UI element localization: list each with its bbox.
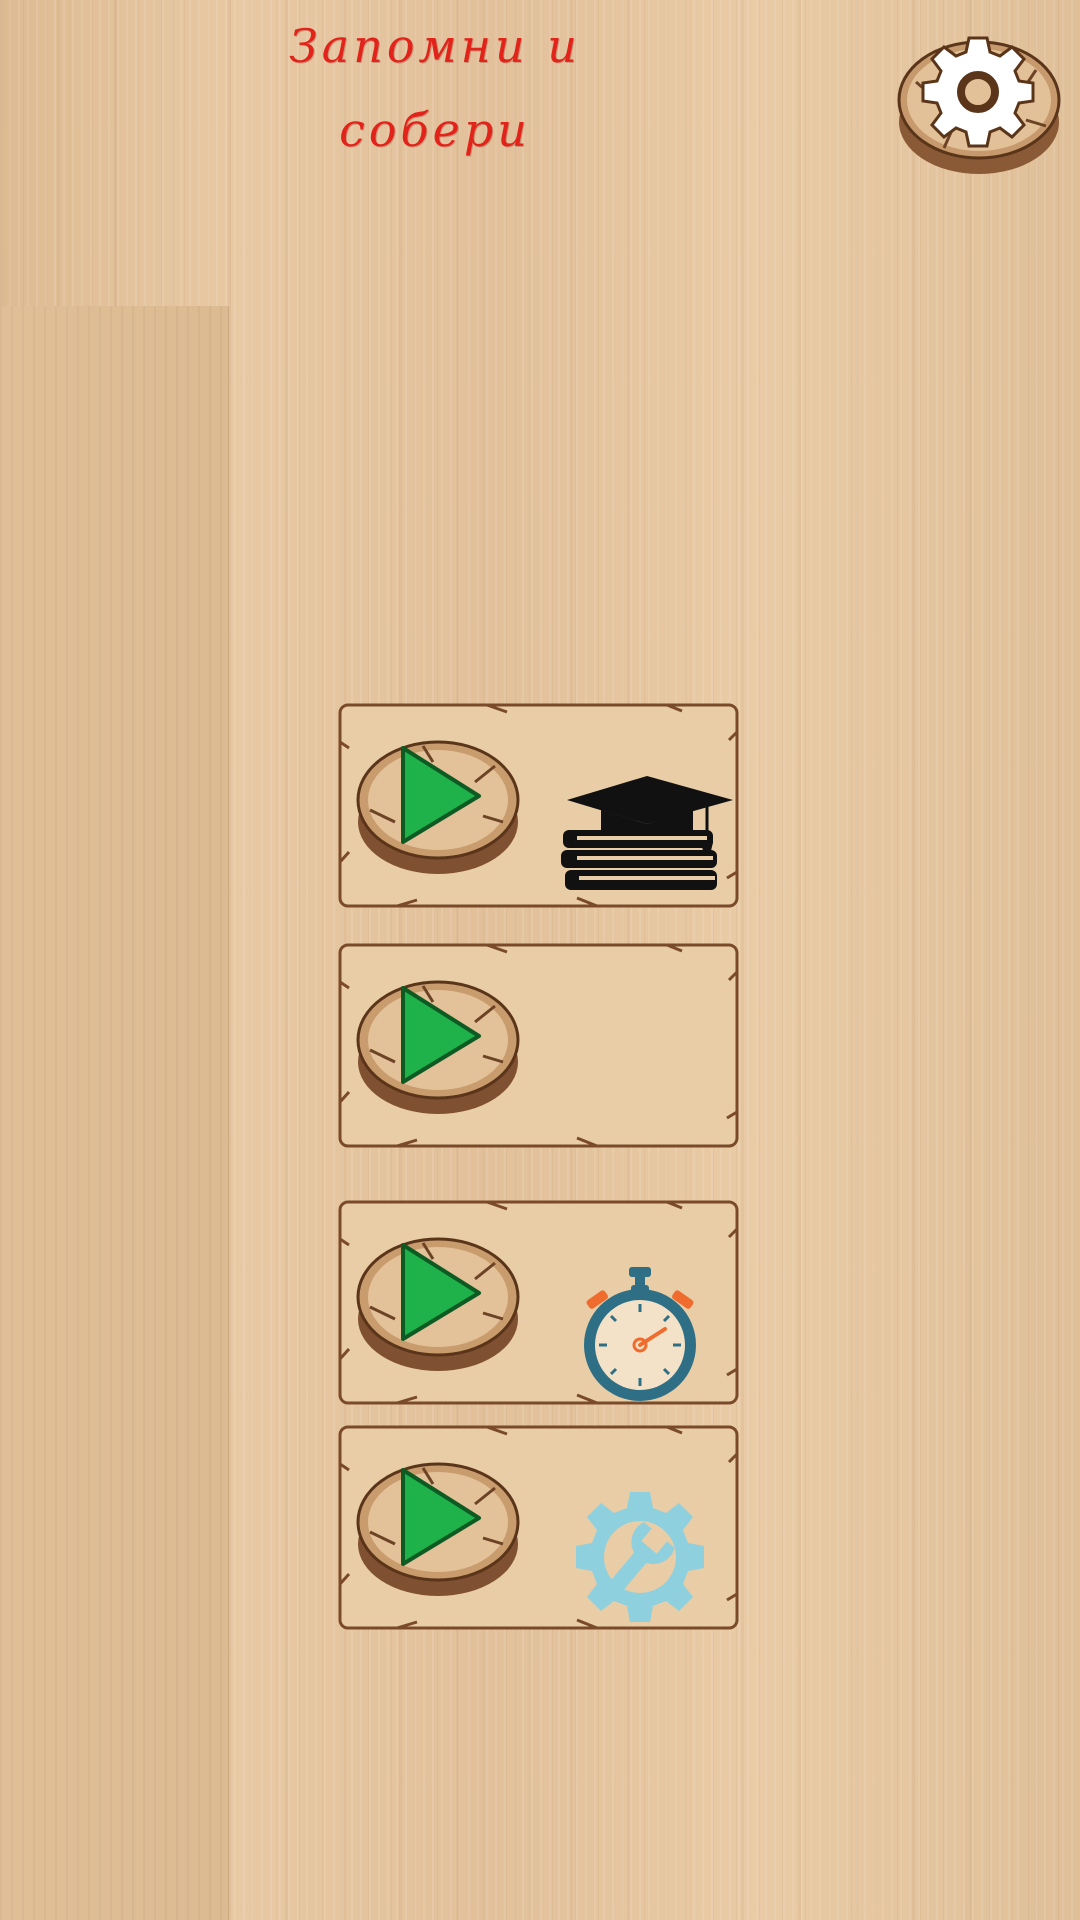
play-button[interactable] [355,970,521,1120]
play-icon [356,980,520,1114]
background-plank [0,306,229,1920]
gear-icon [897,36,1061,174]
play-button[interactable] [355,1452,521,1602]
graduation-cap-books-icon [557,770,737,894]
gear-wrench-icon [555,1488,725,1628]
play-icon [356,740,520,874]
play-button[interactable] [355,730,521,880]
settings-button[interactable] [896,30,1062,180]
stopwatch-icon [577,1267,703,1401]
mode-card-custom [337,1424,740,1631]
mode-card-timed [337,1199,740,1406]
mode-card-classic [337,942,740,1149]
title-line-2: собери [339,103,531,157]
play-button[interactable] [355,1227,521,1377]
title-line-1: Запомни и [289,19,581,73]
play-icon [356,1237,520,1371]
play-icon [356,1462,520,1596]
game-title: Запомни и собери [270,4,600,172]
mode-card-learn [337,702,740,909]
